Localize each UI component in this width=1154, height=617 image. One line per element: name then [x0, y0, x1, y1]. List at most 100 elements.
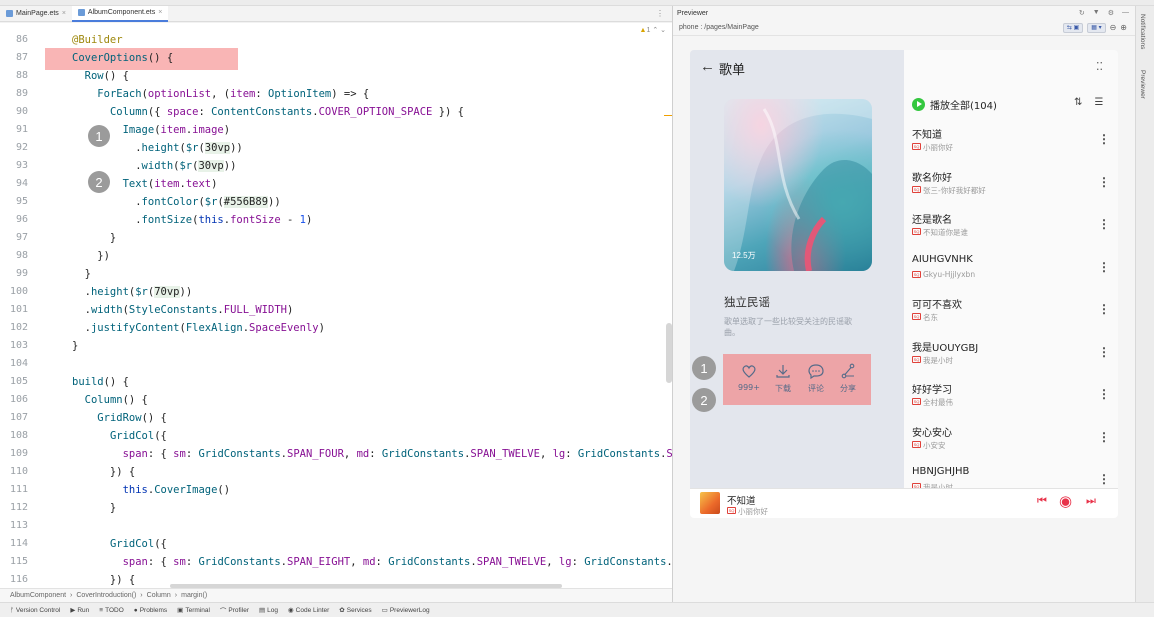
tool-run[interactable]: ▶ Run: [70, 606, 89, 615]
close-icon[interactable]: ×: [158, 9, 162, 16]
code-line[interactable]: }: [72, 229, 672, 247]
song-name: 可可不喜欢: [912, 300, 962, 311]
play-all-button[interactable]: 播放全部(104): [912, 97, 997, 112]
code-line[interactable]: GridRow() {: [72, 409, 672, 427]
album-pane: ← 歌单 12.5万 独立民谣 歌单选取了一些比较受关注的民谣歌曲。 999+: [690, 50, 904, 488]
settings-icon[interactable]: ⚙: [1108, 9, 1114, 17]
tool-profiler[interactable]: ⌒ Profiler: [220, 605, 249, 616]
run-icon: ▶: [70, 607, 76, 614]
option-comment[interactable]: 评论: [801, 363, 831, 394]
song-item[interactable]: 歌名你好 SQ 张三-你好我好都好 ⋮: [912, 169, 1112, 209]
code-line[interactable]: Row() {: [72, 67, 672, 85]
tool-terminal[interactable]: ▣ Terminal: [177, 606, 210, 615]
tool-previewerlog[interactable]: ▭ PreviewerLog: [382, 606, 430, 615]
code-line[interactable]: }: [72, 265, 672, 283]
arrow-left-icon[interactable]: ←: [700, 58, 715, 75]
code-line[interactable]: GridCol({: [72, 427, 672, 445]
song-item[interactable]: 还是歌名 SQ 不知道你是谁 ⋮: [912, 211, 1112, 251]
code-line[interactable]: }: [72, 499, 672, 517]
close-icon[interactable]: ×: [62, 10, 66, 17]
more-icon[interactable]: ⋮: [1098, 175, 1110, 189]
code-area[interactable]: @Builder CoverOptions() { Row() { ForEach…: [45, 23, 672, 588]
code-line[interactable]: [72, 517, 672, 535]
code-line[interactable]: .width(StyleConstants.FULL_WIDTH): [72, 301, 672, 319]
song-item[interactable]: 好好学习 SQ 全村最伟 ⋮: [912, 381, 1112, 421]
song-item[interactable]: 我是UOUYGBJ SQ 我是小时 ⋮: [912, 339, 1112, 379]
code-line[interactable]: ForEach(optionList, (item: OptionItem) =…: [72, 85, 672, 103]
more-icon[interactable]: ⋮: [1098, 302, 1110, 316]
code-line[interactable]: Column() {: [72, 391, 672, 409]
side-tab-previewer[interactable]: Previewer: [1139, 70, 1146, 99]
checklist-icon[interactable]: ☰: [1094, 97, 1103, 108]
layout-toggle[interactable]: ▦ ▾: [1087, 22, 1106, 33]
option-like[interactable]: 999+: [734, 363, 764, 392]
side-tab-notifications[interactable]: Notifications: [1139, 14, 1146, 49]
code-line[interactable]: }): [72, 247, 672, 265]
tab-albumcomponent[interactable]: AlbumComponent.ets ×: [71, 5, 169, 22]
mini-player[interactable]: 不知道 SQ 小丽你好 ⏮ ◉ ⏭: [690, 488, 1118, 518]
more-icon[interactable]: ⋮: [1098, 387, 1110, 401]
code-line[interactable]: }) {: [72, 463, 672, 481]
more-icon[interactable]: ⋮: [1098, 472, 1110, 486]
option-share[interactable]: 分享: [833, 363, 863, 394]
inspection-status[interactable]: ▲1 ⌃ ⌄: [640, 26, 666, 34]
code-line[interactable]: span: { sm: GridConstants.SPAN_FOUR, md:…: [72, 445, 672, 463]
zoom-out-icon[interactable]: ⊖: [1110, 23, 1117, 32]
tool-problems[interactable]: ● Problems: [134, 607, 167, 614]
minimize-icon[interactable]: —: [1122, 9, 1129, 17]
device-toggle[interactable]: ⇆ ▣: [1062, 22, 1084, 33]
refresh-icon[interactable]: ↻: [1079, 9, 1085, 17]
tool-log[interactable]: ▤ Log: [259, 606, 278, 615]
breadcrumb-item[interactable]: AlbumComponent: [10, 592, 66, 599]
breadcrumb-item[interactable]: CoverIntroduction(): [76, 592, 136, 599]
code-line[interactable]: @Builder: [72, 31, 672, 49]
more-icon[interactable]: ⋮: [1098, 430, 1110, 444]
code-line[interactable]: this.CoverImage(): [72, 481, 672, 499]
tool-label: Version Control: [15, 606, 61, 614]
code-line[interactable]: .fontColor($r(#556B89)): [72, 193, 672, 211]
song-item[interactable]: AIUHGVNHK SQ Gkyu-Hjjlyxbn ⋮: [912, 254, 1112, 294]
more-icon[interactable]: ⁚⁚: [1096, 60, 1103, 73]
option-download[interactable]: 下载: [768, 363, 798, 394]
more-icon[interactable]: ⋮: [1098, 345, 1110, 359]
song-item[interactable]: 不知道 SQ 小丽你好 ⋮: [912, 126, 1112, 166]
code-line[interactable]: .justifyContent(FlexAlign.SpaceEvenly): [72, 319, 672, 337]
more-icon[interactable]: ⋮: [1098, 217, 1110, 231]
previous-icon[interactable]: ⏮: [1037, 495, 1047, 508]
filter-icon[interactable]: ▼: [1093, 9, 1100, 17]
breadcrumb-item[interactable]: Column: [147, 592, 171, 599]
code-line[interactable]: Column({ space: ContentConstants.COVER_O…: [72, 103, 672, 121]
code-editor[interactable]: 86 87 88 89 90 91 92 93 94 95 96 97 98 99 100 101 102 103…: [0, 23, 672, 588]
tool-todo[interactable]: ≡ TODO: [99, 607, 123, 614]
code-line[interactable]: Image(item.image): [72, 121, 672, 139]
song-item[interactable]: 安心安心 SQ 小安安 ⋮: [912, 424, 1112, 464]
code-line[interactable]: .height($r(30vp)): [72, 139, 672, 157]
album-cover[interactable]: 12.5万: [724, 99, 872, 271]
next-icon[interactable]: ⏭: [1086, 495, 1096, 508]
code-line[interactable]: build() {: [72, 373, 672, 391]
code-line[interactable]: .fontSize(this.fontSize - 1): [72, 211, 672, 229]
code-line[interactable]: }: [72, 337, 672, 355]
tab-mainpage[interactable]: MainPage.ets ×: [0, 6, 72, 22]
player-cover[interactable]: [700, 492, 720, 514]
album-description: 歌单选取了一些比较受关注的民谣歌曲。: [724, 317, 852, 337]
tool-services[interactable]: ✿ Services: [339, 606, 371, 615]
zoom-in-icon[interactable]: ⊕: [1120, 23, 1127, 32]
code-line[interactable]: .height($r(70vp)): [72, 283, 672, 301]
more-icon[interactable]: ⋮: [656, 9, 664, 18]
cover-art: [724, 99, 872, 271]
song-item[interactable]: 可可不喜欢 SQ 名东 ⋮: [912, 296, 1112, 336]
code-line[interactable]: GridCol({: [72, 535, 672, 553]
more-icon[interactable]: ⋮: [1098, 132, 1110, 146]
code-line[interactable]: CoverOptions() {: [72, 49, 672, 67]
code-line[interactable]: span: { sm: GridConstants.SPAN_EIGHT, md…: [72, 553, 672, 571]
breadcrumb-item[interactable]: margin(): [181, 592, 207, 599]
sort-icon[interactable]: ⇅: [1074, 97, 1082, 108]
pause-icon[interactable]: ◉: [1059, 492, 1072, 510]
code-line[interactable]: .width($r(30vp)): [72, 157, 672, 175]
code-line[interactable]: Text(item.text): [72, 175, 672, 193]
code-line[interactable]: [72, 355, 672, 373]
tool-version-control[interactable]: ᚠ Version Control: [10, 607, 60, 614]
tool-code-linter[interactable]: ◉ Code Linter: [288, 606, 329, 615]
more-icon[interactable]: ⋮: [1098, 260, 1110, 274]
